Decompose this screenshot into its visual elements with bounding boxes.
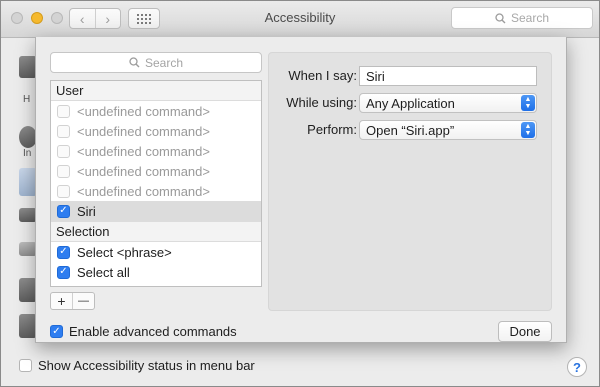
title-bar: ‹ › Accessibility Search xyxy=(1,1,599,38)
add-command-button[interactable]: + xyxy=(51,293,72,309)
command-label: Siri xyxy=(77,203,96,219)
list-item[interactable]: ✓ Select <phrase> xyxy=(51,242,261,262)
application-value: Any Application xyxy=(366,95,455,111)
list-item[interactable]: <undefined command> xyxy=(51,161,261,181)
minus-icon: — xyxy=(78,295,89,307)
phrase-value: Siri xyxy=(366,68,385,84)
advanced-commands-label: Enable advanced commands xyxy=(69,324,237,339)
popup-arrows-icon: ▲ ▼ xyxy=(521,122,535,138)
popup-arrows-icon: ▲ ▼ xyxy=(521,95,535,111)
list-item[interactable]: <undefined command> xyxy=(51,181,261,201)
status-checkbox[interactable] xyxy=(19,359,32,372)
command-label: <undefined command> xyxy=(77,183,210,199)
list-item[interactable]: ✓ Select all xyxy=(51,262,261,282)
section-label: User xyxy=(56,83,84,98)
command-checkbox-checked[interactable]: ✓ xyxy=(57,204,70,218)
commands-search-field[interactable]: Search xyxy=(50,52,262,73)
when-i-say-label: When I say: xyxy=(288,68,357,83)
command-checkbox[interactable] xyxy=(57,164,70,178)
list-item[interactable]: <undefined command> xyxy=(51,141,261,161)
question-mark-icon: ? xyxy=(573,359,581,375)
commands-list[interactable]: User <undefined command> <undefined comm… xyxy=(50,80,262,287)
command-label: Select <phrase> xyxy=(77,244,172,260)
search-field[interactable]: Search xyxy=(451,7,593,29)
search-icon xyxy=(129,57,140,68)
list-item[interactable]: <undefined command> xyxy=(51,121,261,141)
search-icon xyxy=(495,12,506,23)
list-section-header-user: User xyxy=(51,81,261,101)
command-checkbox[interactable] xyxy=(57,144,70,158)
command-label: <undefined command> xyxy=(77,163,210,179)
dictation-commands-sheet: Search User <undefined command> <undefin… xyxy=(35,37,567,343)
command-detail-panel: When I say: Siri While using: Any Applic… xyxy=(268,52,552,311)
command-checkbox[interactable] xyxy=(57,184,70,198)
plus-icon: + xyxy=(57,293,66,309)
command-checkbox[interactable] xyxy=(57,124,70,138)
when-i-say-row: When I say: Siri xyxy=(269,66,553,86)
command-label: <undefined command> xyxy=(77,143,210,159)
while-using-row: While using: Any Application ▲ ▼ xyxy=(269,93,553,113)
list-item-selected[interactable]: ✓ Siri xyxy=(51,201,261,221)
command-checkbox-checked[interactable]: ✓ xyxy=(57,245,70,259)
sidebar-label-h: H xyxy=(23,94,31,105)
application-popup[interactable]: Any Application ▲ ▼ xyxy=(359,93,537,113)
advanced-commands-option[interactable]: ✓ Enable advanced commands xyxy=(50,324,237,339)
command-checkbox[interactable] xyxy=(57,104,70,118)
phrase-field[interactable]: Siri xyxy=(359,66,537,86)
list-item[interactable]: <undefined command> xyxy=(51,101,261,121)
advanced-commands-checkbox[interactable]: ✓ xyxy=(50,325,63,338)
commands-search-placeholder: Search xyxy=(144,55,184,70)
add-remove-buttons: + — xyxy=(50,292,95,310)
system-preferences-window: ‹ › Accessibility Search H In Show Acces… xyxy=(0,0,600,387)
perform-label: Perform: xyxy=(307,122,357,137)
remove-command-button[interactable]: — xyxy=(72,293,94,309)
command-label: Select all xyxy=(77,264,130,280)
command-checkbox-checked[interactable]: ✓ xyxy=(57,265,70,279)
sidebar-label-in: In xyxy=(23,148,32,159)
search-placeholder: Search xyxy=(510,11,550,25)
perform-popup[interactable]: Open “Siri.app” ▲ ▼ xyxy=(359,120,537,140)
command-checkbox-partial[interactable] xyxy=(57,285,70,286)
status-checkbox-label: Show Accessibility status in menu bar xyxy=(38,358,255,373)
perform-row: Perform: Open “Siri.app” ▲ ▼ xyxy=(269,120,553,140)
list-item[interactable] xyxy=(51,282,261,286)
while-using-label: While using: xyxy=(286,95,357,110)
done-button[interactable]: Done xyxy=(498,321,552,342)
section-label: Selection xyxy=(56,224,110,239)
done-label: Done xyxy=(509,324,541,339)
perform-value: Open “Siri.app” xyxy=(366,122,455,138)
command-label: <undefined command> xyxy=(77,123,210,139)
status-menu-option[interactable]: Show Accessibility status in menu bar xyxy=(19,358,255,373)
command-label: <undefined command> xyxy=(77,103,210,119)
list-section-header-selection: Selection xyxy=(51,221,261,242)
help-button[interactable]: ? xyxy=(567,357,587,377)
